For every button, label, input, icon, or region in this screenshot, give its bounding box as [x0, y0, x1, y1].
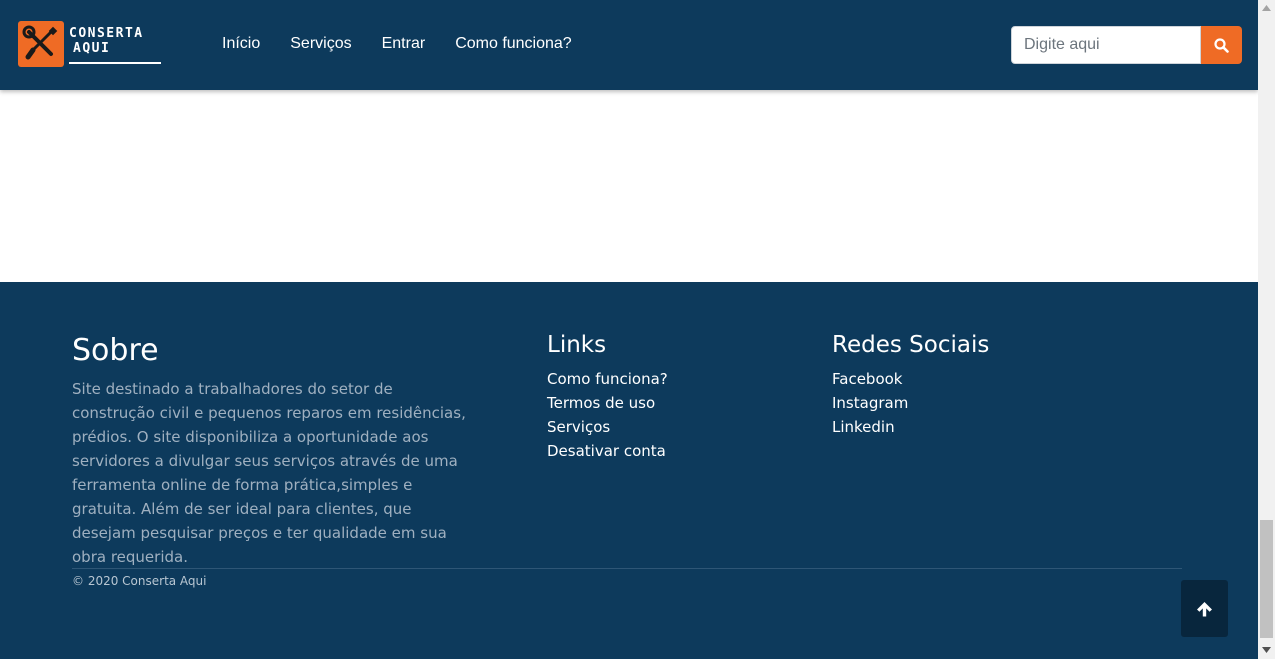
- brand[interactable]: CONSERTA AQUI: [18, 21, 163, 69]
- page-scrollbar[interactable]: [1258, 0, 1275, 659]
- list-item: Instagram: [832, 391, 908, 415]
- social-links-list: Facebook Instagram Linkedin: [832, 367, 908, 439]
- scrollbar-thumb[interactable]: [1260, 520, 1273, 638]
- social-link-instagram[interactable]: Instagram: [832, 394, 908, 412]
- footer-link-como-funciona[interactable]: Como funciona?: [547, 370, 668, 388]
- tools-icon: [18, 21, 64, 67]
- list-item: Linkedin: [832, 415, 908, 439]
- scroll-up-arrow-icon[interactable]: [1258, 0, 1275, 17]
- sobre-description: Site destinado a trabalhadores do setor …: [72, 380, 466, 566]
- nav-link-inicio[interactable]: Início: [222, 35, 260, 53]
- search-icon: [1214, 38, 1229, 53]
- back-to-top-button[interactable]: [1181, 580, 1228, 637]
- list-item: Como funciona?: [547, 367, 668, 391]
- list-item: Facebook: [832, 367, 908, 391]
- brand-line-1: CONSERTA: [69, 26, 144, 41]
- links-heading: Links: [547, 332, 607, 358]
- list-item: Termos de uso: [547, 391, 668, 415]
- navbar: CONSERTA AQUI Início Serviços Entrar Com…: [0, 0, 1258, 90]
- footer-divider: [72, 568, 1182, 569]
- search-button[interactable]: [1201, 26, 1242, 64]
- list-item: Serviços: [547, 415, 668, 439]
- nav-link-entrar[interactable]: Entrar: [382, 35, 426, 53]
- brand-line-2: AQUI: [73, 41, 111, 56]
- footer-link-servicos[interactable]: Serviços: [547, 418, 610, 436]
- copyright: © 2020 Conserta Aqui: [72, 574, 207, 588]
- nav-link-como-funciona[interactable]: Como funciona?: [455, 35, 572, 53]
- nav-link-servicos[interactable]: Serviços: [290, 35, 351, 53]
- search-input[interactable]: [1011, 26, 1201, 64]
- scroll-down-arrow-icon[interactable]: [1258, 642, 1275, 659]
- brand-underline: [69, 62, 161, 64]
- sobre-heading: Sobre: [72, 333, 159, 368]
- links-list: Como funciona? Termos de uso Serviços De…: [547, 367, 668, 463]
- list-item: Desativar conta: [547, 439, 668, 463]
- footer: Sobre Site destinado a trabalhadores do …: [0, 282, 1258, 659]
- social-link-linkedin[interactable]: Linkedin: [832, 418, 895, 436]
- footer-link-desativar-conta[interactable]: Desativar conta: [547, 442, 666, 460]
- footer-link-termos-de-uso[interactable]: Termos de uso: [547, 394, 655, 412]
- brand-name: CONSERTA AQUI: [69, 26, 144, 56]
- arrow-up-icon: [1197, 602, 1212, 617]
- page: CONSERTA AQUI Início Serviços Entrar Com…: [0, 0, 1258, 659]
- main-nav: Início Serviços Entrar Como funciona?: [222, 35, 602, 53]
- redes-sociais-heading: Redes Sociais: [832, 332, 990, 358]
- social-link-facebook[interactable]: Facebook: [832, 370, 902, 388]
